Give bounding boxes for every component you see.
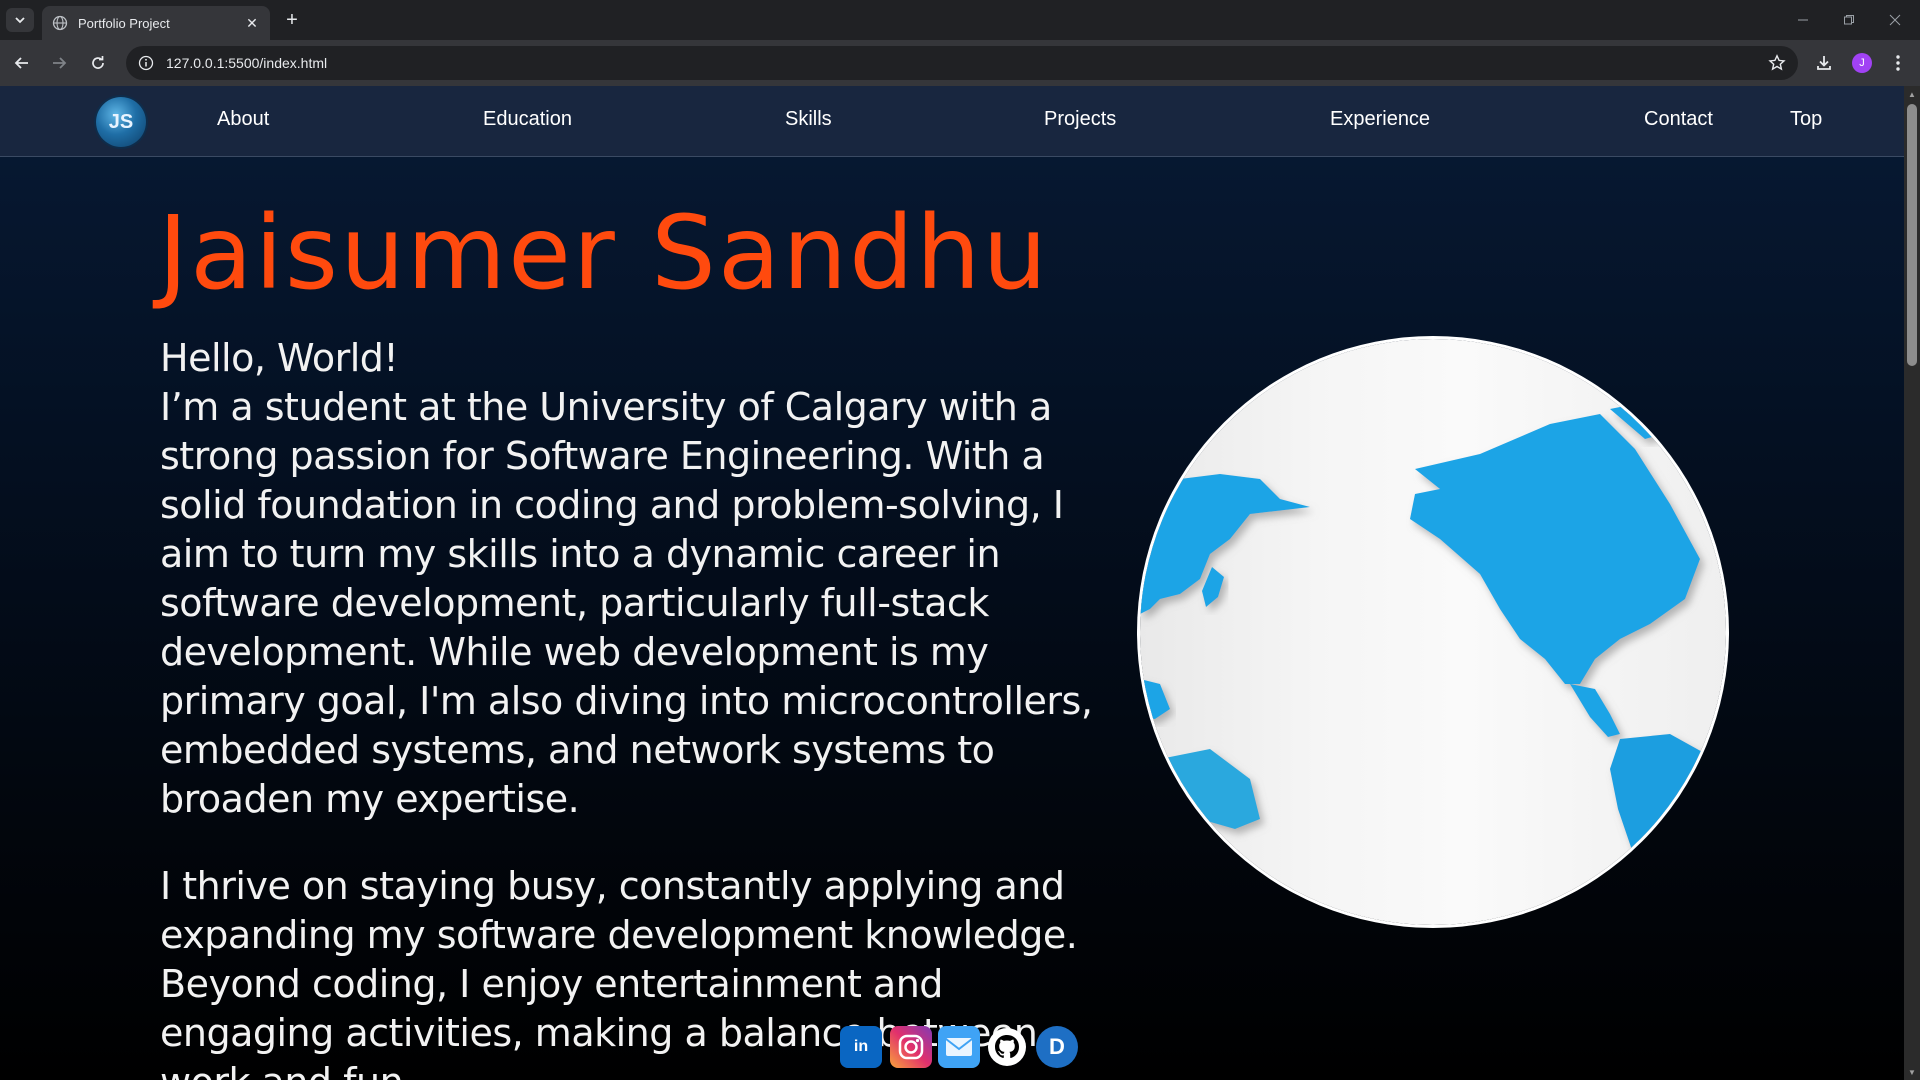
page-viewport: JS About Education Skills Projects Exper… — [0, 86, 1904, 1080]
arrow-right-icon — [53, 57, 67, 69]
restore-icon — [1844, 15, 1854, 25]
nav-link-top[interactable]: Top — [1790, 108, 1822, 131]
intro-paragraph: I’m a student at the University of Calga… — [160, 385, 1093, 821]
nav-link-projects[interactable]: Projects — [1044, 108, 1116, 131]
minimize-button[interactable] — [1780, 0, 1826, 40]
github-octocat-icon — [988, 1028, 1026, 1066]
new-tab-button[interactable]: + — [280, 8, 304, 32]
email-icon[interactable] — [938, 1026, 980, 1068]
close-window-button[interactable] — [1872, 0, 1918, 40]
profile-button[interactable]: J — [1848, 49, 1876, 77]
scroll-down-arrow-icon[interactable]: ▼ — [1904, 1064, 1920, 1080]
github-icon[interactable] — [986, 1026, 1028, 1068]
browser-tab[interactable]: Portfolio Project ✕ — [42, 6, 270, 40]
nav-link-about[interactable]: About — [217, 108, 269, 131]
nav-link-experience[interactable]: Experience — [1330, 108, 1430, 131]
arrow-left-icon — [14, 57, 28, 69]
nav-link-contact[interactable]: Contact — [1644, 108, 1713, 131]
restore-button[interactable] — [1826, 0, 1872, 40]
world-map-illustration — [1140, 399, 1726, 924]
intro-text: Hello, World! I’m a student at the Unive… — [160, 334, 1120, 824]
tab-title: Portfolio Project — [78, 15, 170, 31]
browser-toolbar: 127.0.0.1:5500/index.html J — [0, 40, 1920, 86]
instagram-icon[interactable] — [890, 1026, 932, 1068]
instagram-glyph-icon — [898, 1034, 924, 1060]
nav-link-skills[interactable]: Skills — [785, 108, 832, 131]
nav-link-education[interactable]: Education — [483, 108, 572, 131]
avatar: J — [1852, 53, 1872, 73]
hero-name: Jaisumer Sandhu — [158, 194, 1050, 313]
info-icon[interactable] — [138, 55, 154, 71]
back-button[interactable] — [8, 49, 36, 77]
downloads-button[interactable] — [1810, 49, 1838, 77]
bookmark-star-icon[interactable] — [1768, 54, 1786, 72]
address-bar[interactable]: 127.0.0.1:5500/index.html — [126, 46, 1798, 80]
minimize-icon — [1798, 19, 1808, 21]
forward-button[interactable] — [45, 49, 73, 77]
scroll-thumb[interactable] — [1907, 104, 1917, 366]
globe-icon — [52, 15, 68, 31]
linkedin-icon[interactable]: in — [840, 1026, 882, 1068]
tab-search-button[interactable] — [6, 8, 34, 32]
chevron-down-icon — [15, 17, 25, 24]
close-icon — [1889, 14, 1901, 26]
scroll-up-arrow-icon[interactable]: ▲ — [1904, 86, 1920, 102]
site-navbar: JS About Education Skills Projects Exper… — [0, 86, 1904, 157]
menu-button[interactable] — [1884, 49, 1912, 77]
reload-icon — [92, 56, 104, 69]
envelope-icon — [945, 1038, 973, 1056]
devpost-icon[interactable]: D — [1036, 1026, 1078, 1068]
greeting: Hello, World! — [160, 336, 399, 380]
globe-image — [1140, 339, 1726, 925]
download-icon — [1817, 56, 1831, 70]
close-tab-icon[interactable]: ✕ — [244, 15, 260, 31]
reload-button[interactable] — [84, 49, 112, 77]
url-text: 127.0.0.1:5500/index.html — [166, 55, 328, 71]
browser-tabstrip: Portfolio Project ✕ + — [0, 0, 1920, 40]
page-scrollbar[interactable]: ▲ ▼ — [1904, 86, 1920, 1080]
kebab-menu-icon — [1896, 55, 1900, 71]
site-logo[interactable]: JS — [96, 97, 146, 147]
